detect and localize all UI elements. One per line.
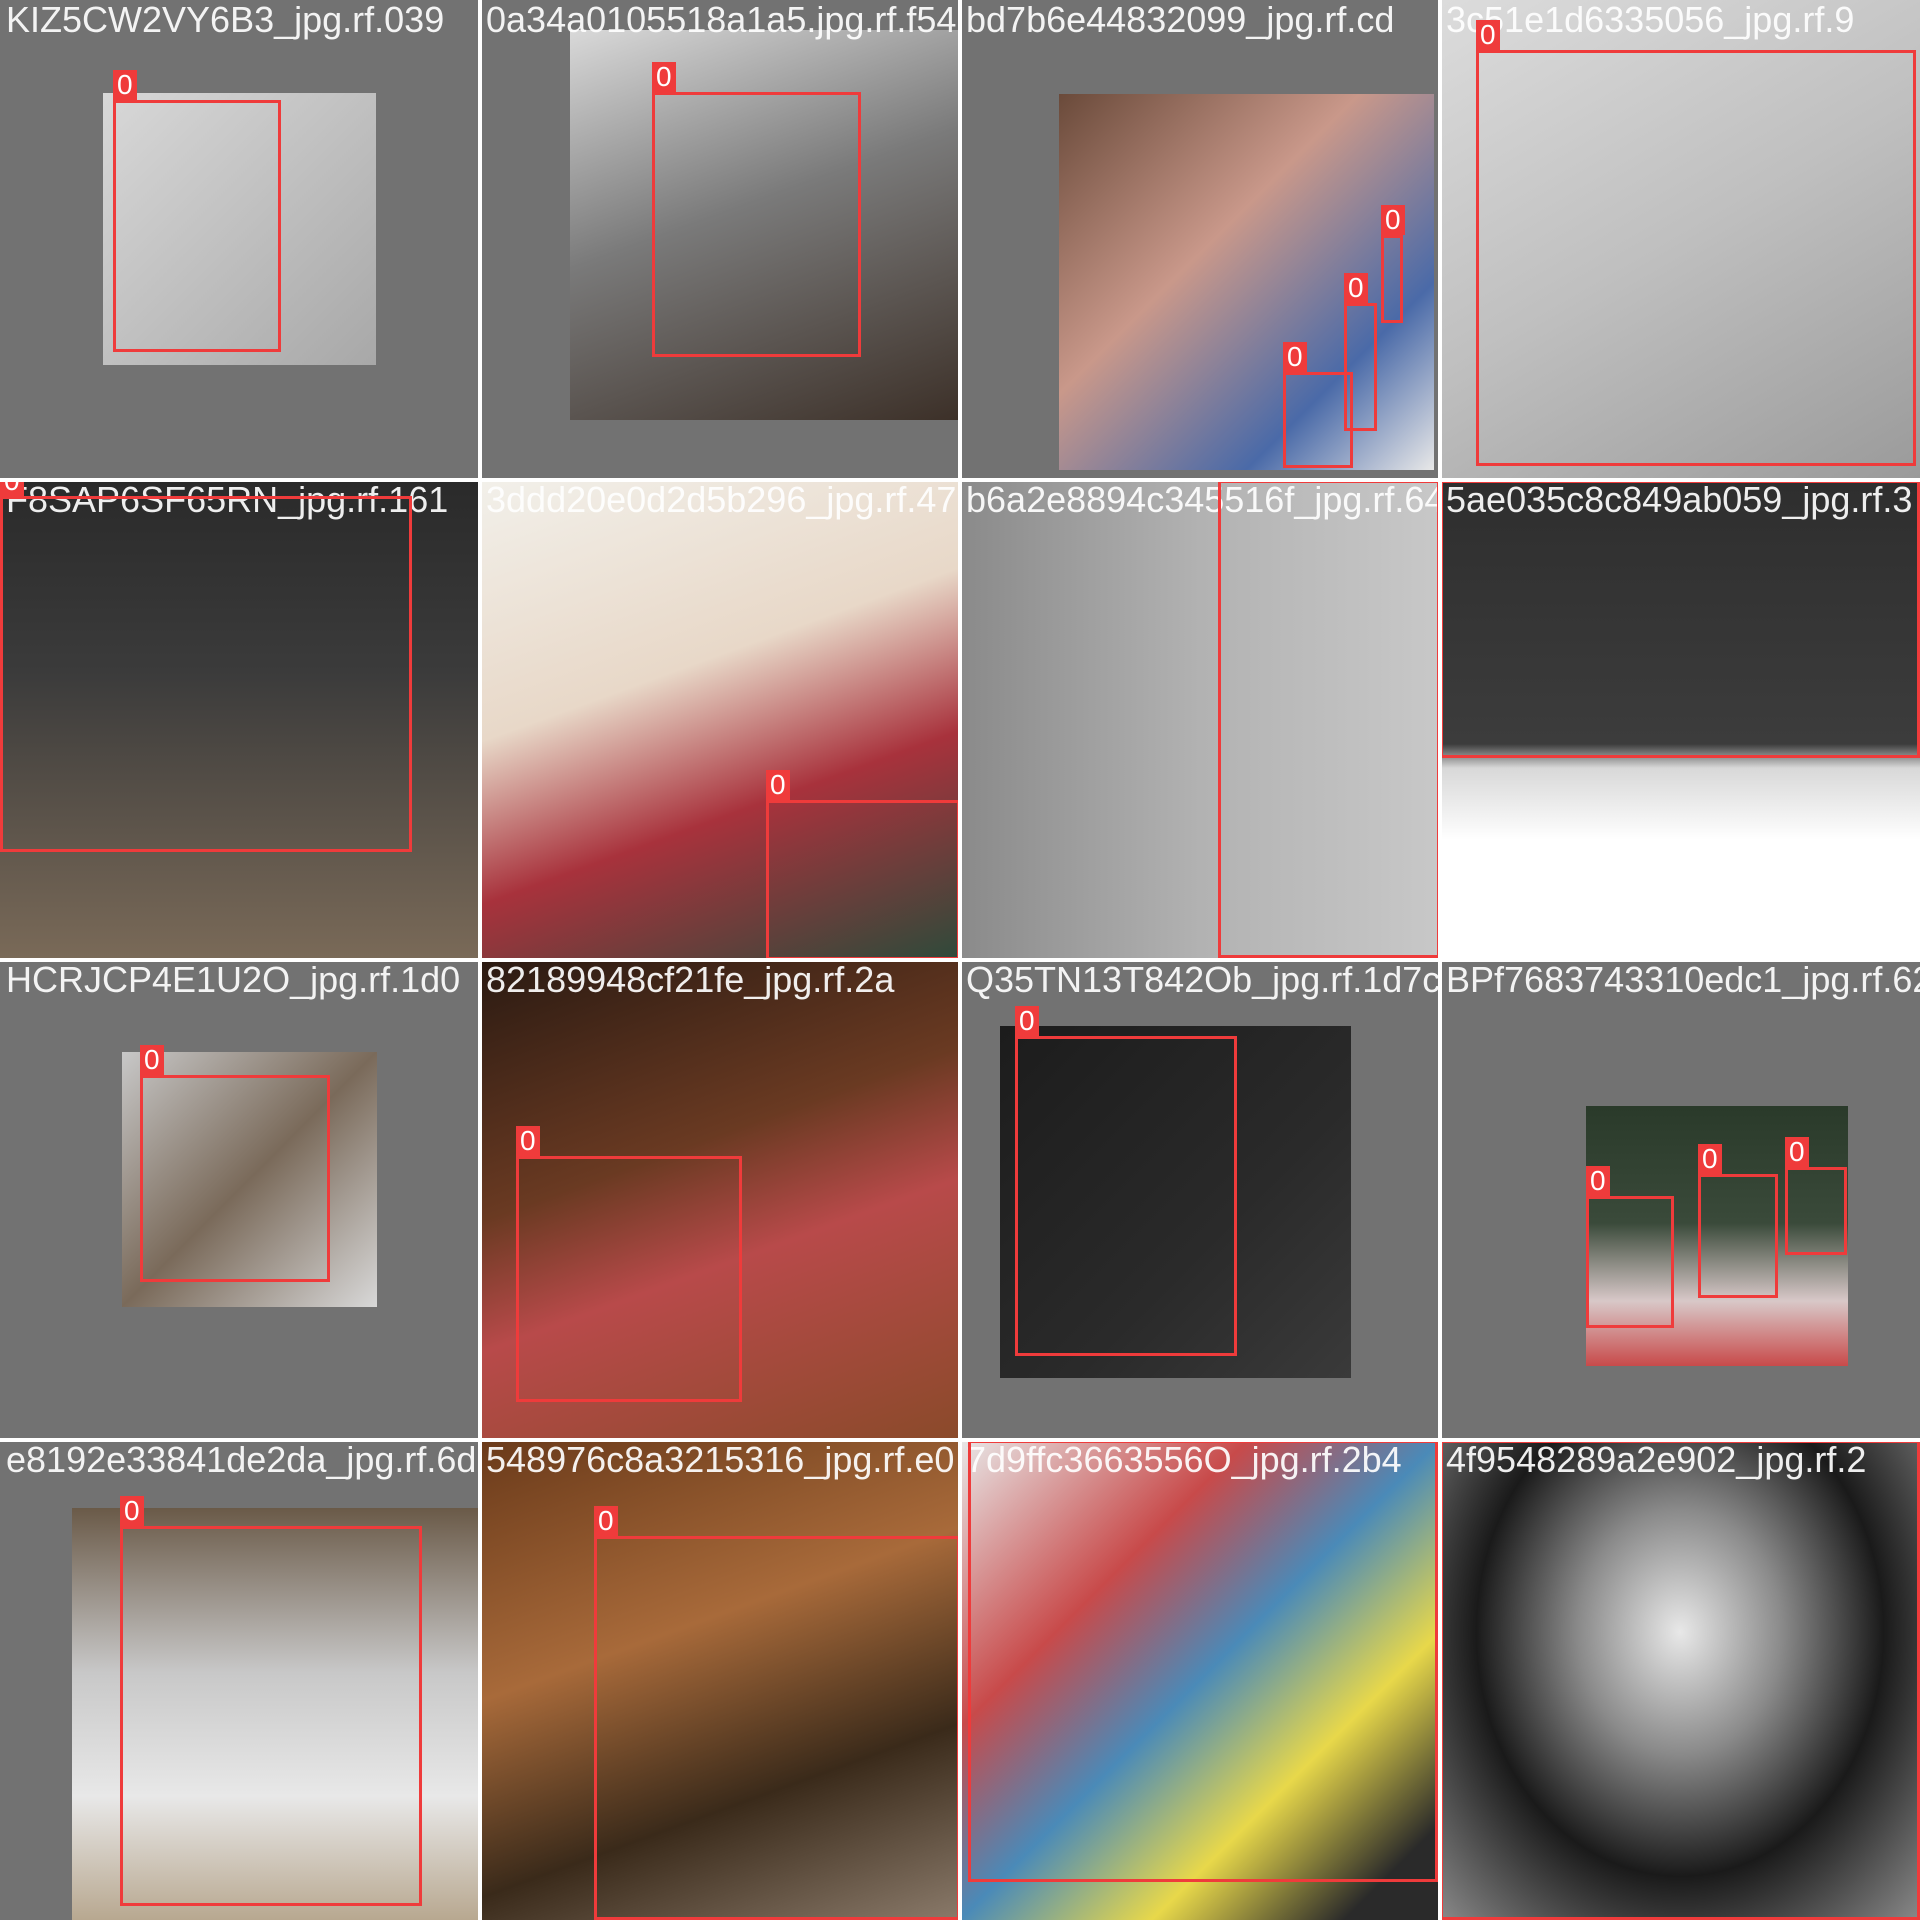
tile-filename: 0a34a0105518a1a5.jpg.rf.f54: [486, 0, 957, 40]
laptop-photo: [1059, 94, 1434, 470]
class-label: 0: [1785, 1137, 1809, 1167]
bounding-box: 0: [1440, 1440, 1920, 1920]
bounding-box: 0: [1586, 1166, 1674, 1328]
class-label: 0: [113, 70, 137, 100]
class-label: 0: [1586, 1166, 1610, 1196]
bounding-box: 0: [120, 1496, 422, 1906]
class-label: 0: [140, 1045, 164, 1075]
class-label: 0: [1283, 342, 1307, 372]
class-label: 0: [1698, 1144, 1722, 1174]
tile-14[interactable]: 548976c8a3215316_jpg.rf.e0 0: [480, 1440, 960, 1920]
bounding-box: 0: [1381, 205, 1405, 323]
bounding-box: 0: [968, 1440, 1438, 1882]
tile-3[interactable]: bd7b6e44832099_jpg.rf.cd 0 0 0: [960, 0, 1440, 480]
tile-filename: HCRJCP4E1U2O_jpg.rf.1d0: [6, 960, 461, 1000]
class-label: 0: [652, 62, 676, 92]
bounding-box: 0: [113, 70, 281, 352]
tile-16[interactable]: 4f9548289a2e902_jpg.rf.2 0: [1440, 1440, 1920, 1920]
tile-filename: e8192e33841de2da_jpg.rf.6d: [6, 1440, 477, 1480]
tile-filename: 548976c8a3215316_jpg.rf.e0: [486, 1440, 955, 1480]
bounding-box: 0: [1283, 342, 1353, 468]
tile-8[interactable]: 5ae035c8c849ab059_jpg.rf.3 0: [1440, 480, 1920, 960]
bounding-box: 0: [1476, 20, 1916, 466]
bounding-box: 0: [1698, 1144, 1778, 1298]
tile-10[interactable]: 82189948cf21fe_jpg.rf.2a 0: [480, 960, 960, 1440]
class-label: 0: [1476, 20, 1500, 50]
bounding-box: 0: [1440, 480, 1920, 758]
tile-filename: 82189948cf21fe_jpg.rf.2a: [486, 960, 895, 1000]
tile-1[interactable]: KIZ5CW2VY6B3_jpg.rf.039 0: [0, 0, 480, 480]
bounding-box: 0: [594, 1506, 960, 1920]
bounding-box: 0: [1218, 480, 1440, 958]
tile-7[interactable]: b6a2e8894c345516f_jpg.rf.64 0: [960, 480, 1440, 960]
class-label: 0: [594, 1506, 618, 1536]
tile-filename: Q35TN13T842Ob_jpg.rf.1d7c: [966, 960, 1440, 1000]
bounding-box: 0: [1785, 1137, 1847, 1255]
bounding-box: 0: [1344, 273, 1377, 431]
tile-filename: BPf7683743310edc1_jpg.rf.62c: [1446, 960, 1920, 1000]
tile-9[interactable]: HCRJCP4E1U2O_jpg.rf.1d0 0: [0, 960, 480, 1440]
class-label: 0: [1344, 273, 1368, 303]
class-label: 0: [0, 480, 24, 496]
class-label: 0: [120, 1496, 144, 1526]
class-label: 0: [1381, 205, 1405, 235]
bounding-box: 0: [1015, 1006, 1237, 1356]
tile-filename: KIZ5CW2VY6B3_jpg.rf.039: [6, 0, 445, 40]
tile-filename: 3ddd20e0d2d5b296_jpg.rf.47: [486, 480, 957, 520]
tile-11[interactable]: Q35TN13T842Ob_jpg.rf.1d7c 0: [960, 960, 1440, 1440]
tile-4[interactable]: 3c51e1d6335056_jpg.rf.9 0: [1440, 0, 1920, 480]
tile-6[interactable]: 3ddd20e0d2d5b296_jpg.rf.47 0: [480, 480, 960, 960]
tile-2[interactable]: 0a34a0105518a1a5.jpg.rf.f54 0: [480, 0, 960, 480]
tile-13[interactable]: e8192e33841de2da_jpg.rf.6d 0: [0, 1440, 480, 1920]
bounding-box: 0: [516, 1126, 742, 1402]
tile-filename: bd7b6e44832099_jpg.rf.cd: [966, 0, 1395, 40]
bounding-box: 0: [652, 62, 861, 357]
class-label: 0: [516, 1126, 540, 1156]
tile-12[interactable]: BPf7683743310edc1_jpg.rf.62c 0 0 0: [1440, 960, 1920, 1440]
mosaic-grid: KIZ5CW2VY6B3_jpg.rf.039 0 0a34a0105518a1…: [0, 0, 1920, 1920]
bounding-box: 0: [766, 770, 960, 960]
tile-15[interactable]: 7d9ffc3663556O_jpg.rf.2b4 0: [960, 1440, 1440, 1920]
grid-divider: [0, 1438, 1920, 1442]
class-label: 0: [766, 770, 790, 800]
tile-5[interactable]: F8SAP6SF65RN_jpg.rf.161 0: [0, 480, 480, 960]
bounding-box: 0: [140, 1045, 330, 1282]
grid-divider: [0, 478, 1920, 482]
tile-filename: 3c51e1d6335056_jpg.rf.9: [1446, 0, 1855, 40]
class-label: 0: [1015, 1006, 1039, 1036]
grid-divider: [0, 958, 1920, 962]
bounding-box: 0: [0, 480, 412, 852]
